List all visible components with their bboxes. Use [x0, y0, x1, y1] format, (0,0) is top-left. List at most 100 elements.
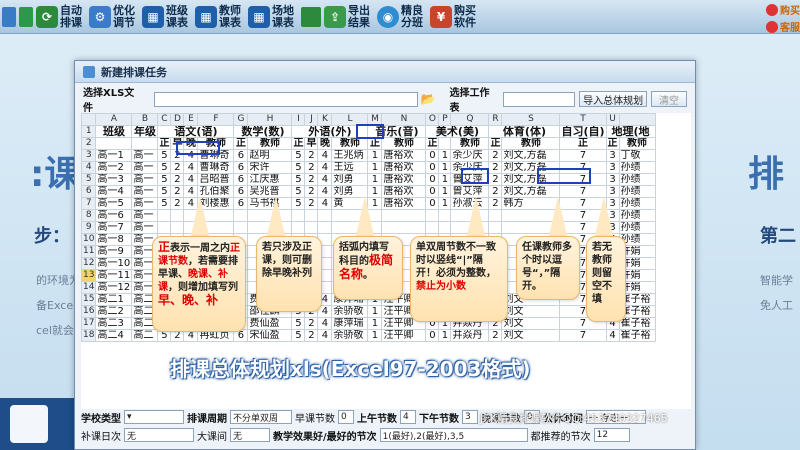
cell-cls[interactable]: 高一4 [95, 185, 133, 198]
cell-g[interactable]: 高二 [131, 329, 159, 342]
cell-g[interactable]: 高一 [131, 197, 159, 210]
subheader-zheng[interactable]: 正 [488, 137, 503, 150]
cell-f3[interactable]: 4 [317, 329, 333, 342]
cell-t7[interactable]: 孙绩 [618, 185, 656, 198]
cell-c1[interactable]: 5 [157, 161, 172, 174]
cell-g1[interactable]: 3 [605, 173, 620, 186]
cell-t2[interactable]: 宋仙盈 [247, 329, 293, 342]
cell-t4[interactable]: 唐裕欢 [381, 173, 427, 186]
column-header[interactable]: U [605, 113, 620, 126]
cell-t3[interactable]: 刘勇 [331, 173, 369, 186]
cell-t4[interactable]: 汪平卿 [381, 329, 427, 342]
cell-cls[interactable]: 高一8 [95, 233, 133, 246]
pm-select[interactable]: 3 [462, 410, 478, 424]
cell-c1[interactable]: 5 [157, 149, 172, 162]
cell-c2[interactable]: 2 [170, 161, 185, 174]
cell-t3[interactable]: 余骄敬 [331, 305, 369, 318]
optimize-button[interactable]: ⚙ 优化调节 [89, 4, 139, 29]
cell-p1[interactable]: 2 [488, 161, 503, 174]
cell-g[interactable]: 高一 [131, 221, 159, 234]
cell-t4[interactable]: 唐裕欢 [381, 149, 427, 162]
cell-t5[interactable]: 井焱丹 [450, 329, 490, 342]
cell-p1[interactable]: 2 [488, 173, 503, 186]
sheet-select[interactable] [503, 91, 576, 107]
cell-g[interactable]: 高一 [131, 173, 159, 186]
cell-f1[interactable]: 5 [291, 161, 306, 174]
cell-f2[interactable]: 2 [304, 185, 319, 198]
cell-c1[interactable]: 5 [157, 185, 172, 198]
open-folder-icon[interactable]: 📂 [421, 92, 436, 106]
subheader-teacher[interactable]: 教师 [450, 137, 490, 150]
cell-cls[interactable]: 高一9 [95, 245, 133, 258]
cell-t7[interactable]: 崔子裕 [618, 317, 656, 330]
cell-a2[interactable]: 1 [438, 197, 452, 210]
row-number[interactable]: 17 [81, 317, 97, 330]
cell-p1[interactable]: 2 [488, 329, 503, 342]
column-header[interactable]: O [425, 113, 440, 126]
makeup-input[interactable]: 无 [124, 428, 194, 442]
cell-c3[interactable]: 4 [183, 161, 199, 174]
cell-p1[interactable]: 2 [488, 149, 503, 162]
subheader-zao[interactable]: 早 [304, 137, 319, 150]
column-header[interactable]: P [438, 113, 452, 126]
cell-c1[interactable]: 5 [157, 173, 172, 186]
row-number[interactable]: 5 [81, 173, 97, 186]
column-header[interactable]: Q [450, 113, 490, 126]
subheader-teacher[interactable]: 教师 [501, 137, 561, 150]
cell-f1[interactable] [291, 221, 306, 234]
effect-input[interactable]: 1(最好),2(最好),3,5 [379, 428, 528, 442]
cell-m1[interactable]: 6 [233, 173, 249, 186]
row-number[interactable]: 15 [81, 293, 97, 306]
subheader-teacher[interactable]: 教师 [381, 137, 427, 150]
cell-s1[interactable]: 7 [559, 149, 607, 162]
cell-a2[interactable]: 1 [438, 329, 452, 342]
cycle-select[interactable]: 不分单双周 [230, 410, 292, 424]
cell-a1[interactable]: 0 [425, 185, 440, 198]
cell-cls[interactable]: 高一11 [95, 269, 133, 282]
cell-a1[interactable] [425, 209, 440, 222]
subheader-zheng[interactable]: 正 [367, 137, 383, 150]
cell-t6[interactable]: 刘文,方磊 [501, 149, 561, 162]
cell-t2[interactable]: 费仙盈 [247, 317, 293, 330]
cell-a1[interactable]: 0 [425, 161, 440, 174]
cell-f1[interactable]: 5 [291, 197, 306, 210]
cell-t6[interactable]: 刘文 [501, 329, 561, 342]
cell-cls[interactable]: 高一6 [95, 209, 133, 222]
cell-f3[interactable]: 4 [317, 197, 333, 210]
row-number[interactable]: 14 [81, 281, 97, 294]
header-art[interactable]: 美术(美) [425, 125, 490, 138]
cell-t4[interactable]: 唐裕欢 [381, 197, 427, 210]
cell-cls[interactable]: 高一3 [95, 173, 133, 186]
cell-p1[interactable] [488, 221, 503, 234]
folder-icon[interactable] [2, 6, 16, 27]
header-chinese[interactable]: 语文(语) [157, 125, 235, 138]
cell-f1[interactable] [291, 209, 306, 222]
header-pe[interactable]: 体育(体) [488, 125, 561, 138]
cell-c2[interactable] [170, 221, 185, 234]
cell-cls[interactable]: 高一5 [95, 197, 133, 210]
header-self[interactable]: 自习(自) [559, 125, 607, 138]
column-header[interactable]: N [381, 113, 427, 126]
cell-mu[interactable]: 1 [367, 305, 383, 318]
row-number[interactable]: 8 [81, 209, 97, 222]
subheader-zheng[interactable]: 正 [233, 137, 249, 150]
column-header[interactable]: F [197, 113, 235, 126]
header-grade[interactable]: 年级 [131, 125, 159, 138]
cell-a1[interactable]: 0 [425, 197, 440, 210]
split-class-button[interactable]: ◉ 精良分班 [377, 4, 427, 29]
cell-a2[interactable]: 1 [438, 185, 452, 198]
class-table-button[interactable]: ▦ 班级课表 [142, 4, 192, 29]
buy-button[interactable]: ¥ 购买软件 [430, 4, 480, 29]
corner-cell[interactable] [81, 113, 97, 126]
cell-f3[interactable]: 4 [317, 173, 333, 186]
cell-f2[interactable]: 2 [304, 173, 319, 186]
subheader-zheng[interactable]: 正 [425, 137, 440, 150]
cell-g[interactable]: 高一 [131, 161, 159, 174]
table-row[interactable]: 3 高一1 高一 5 2 4 曹琳奇 6 赵明 5 2 4 王兆炳 1 唐裕欢 0 1 余少庆 2 刘文,方磊 7 3 丁敬 [81, 149, 656, 162]
subheader-empty[interactable] [131, 137, 159, 150]
row-number[interactable]: 10 [81, 233, 97, 246]
subheader-teacher[interactable]: 教师 [247, 137, 293, 150]
cell-f3[interactable] [317, 221, 333, 234]
cell-t7[interactable]: 孙绩 [618, 161, 656, 174]
column-header[interactable]: T [559, 113, 607, 126]
